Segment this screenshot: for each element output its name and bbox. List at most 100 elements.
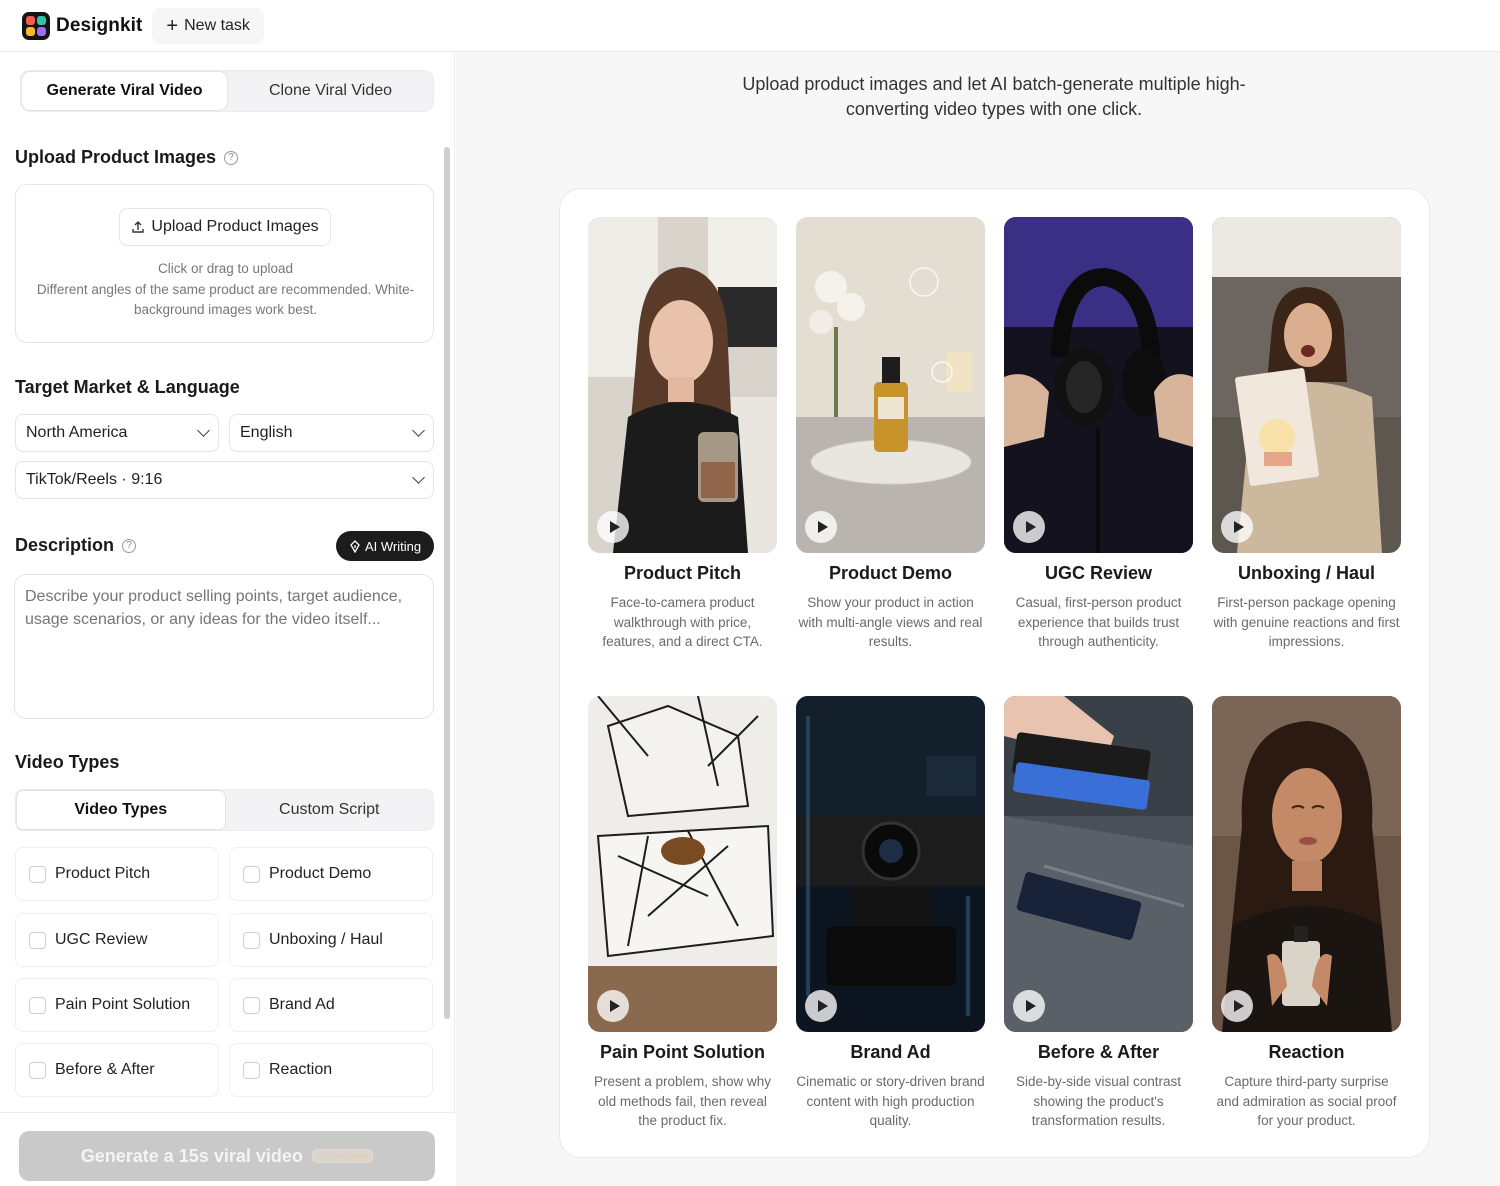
gallery-item-title: Reaction [1268, 1042, 1345, 1062]
tab-clone-viral-video[interactable]: Clone Viral Video [228, 71, 433, 111]
generate-label: Generate a 15s viral video [80, 1145, 303, 1166]
checkbox[interactable] [29, 1061, 46, 1079]
video-types-tabs: Video Types Custom Script [15, 789, 434, 831]
plus-icon: + [166, 14, 179, 37]
generate-button[interactable]: Generate a 15s viral video 1 Free Video [19, 1131, 435, 1181]
checkbox[interactable] [29, 996, 46, 1014]
upload-title-text: Upload Product Images [15, 147, 217, 167]
option-label: Unboxing / Haul [269, 931, 383, 948]
gallery-item-product-demo[interactable]: Product Demo Show your product in action… [796, 217, 985, 677]
free-video-badge: 1 Free Video [311, 1149, 374, 1163]
video-thumbnail[interactable] [588, 696, 777, 1032]
help-icon[interactable]: ? [224, 150, 239, 165]
top-bar: Designkit + New task [0, 0, 1500, 52]
play-icon[interactable] [1013, 511, 1045, 543]
option-label: Product Demo [269, 865, 372, 882]
gallery-item-pain-point-solution[interactable]: Pain Point Solution Present a problem, s… [588, 696, 777, 1136]
left-panel-scrollbar[interactable] [444, 147, 450, 1019]
gallery-item-title: Brand Ad [850, 1042, 931, 1062]
new-task-label: New task [184, 16, 250, 34]
checkbox[interactable] [243, 996, 260, 1014]
play-icon[interactable] [805, 990, 837, 1022]
gallery-item-title: Unboxing / Haul [1238, 563, 1375, 583]
language-select[interactable]: English [229, 414, 434, 452]
option-label: Product Pitch [55, 865, 151, 882]
checkbox[interactable] [29, 865, 46, 883]
new-task-button[interactable]: + New task [152, 7, 264, 44]
mode-tabs: Generate Viral Video Clone Viral Video [20, 70, 434, 112]
format-select[interactable]: TikTok/Reels · 9:16 [15, 461, 434, 499]
video-thumbnail[interactable] [1004, 696, 1193, 1032]
video-thumbnail[interactable] [796, 696, 985, 1032]
description-title-text: Description [15, 535, 115, 555]
designkit-logo-icon[interactable] [22, 11, 50, 40]
checkbox[interactable] [243, 865, 260, 883]
gallery-item-desc: Present a problem, show why old methods … [593, 1074, 772, 1128]
gallery-item-product-pitch[interactable]: Product Pitch Face-to-camera product wal… [588, 217, 777, 677]
gallery-item-desc: Show your product in action with multi-a… [798, 595, 983, 649]
video-thumbnail[interactable] [1004, 217, 1193, 553]
checkbox[interactable] [29, 931, 46, 949]
gallery-item-ugc-review[interactable]: UGC Review Casual, first-person product … [1004, 217, 1193, 677]
video-types-title: Video Types [15, 752, 120, 772]
app-name[interactable]: Designkit [56, 15, 142, 37]
upload-hint-line1: Click or drag to upload [157, 261, 294, 276]
option-reaction[interactable]: Reaction [229, 1043, 433, 1097]
gallery-item-reaction[interactable]: Reaction Capture third-party surprise an… [1212, 696, 1401, 1136]
play-icon[interactable] [597, 511, 629, 543]
chevron-down-icon [197, 424, 210, 437]
checkbox[interactable] [243, 1061, 260, 1079]
upload-images-button[interactable]: Upload Product Images [119, 208, 331, 246]
play-icon[interactable] [1221, 511, 1253, 543]
checkbox[interactable] [243, 931, 260, 949]
option-before-after[interactable]: Before & After [15, 1043, 219, 1097]
gallery-item-before-after[interactable]: Before & After Side-by-side visual contr… [1004, 696, 1193, 1136]
option-label: UGC Review [55, 931, 148, 948]
gallery-item-desc: First-person package opening with genuin… [1213, 595, 1400, 649]
video-thumbnail[interactable] [1212, 696, 1401, 1032]
ai-writing-button[interactable]: AI Writing [336, 531, 434, 561]
video-thumbnail[interactable] [588, 217, 777, 553]
tab-video-types[interactable]: Video Types [16, 790, 226, 830]
right-panel: Upload product images and let AI batch-g… [456, 52, 1500, 1186]
play-icon[interactable] [1221, 990, 1253, 1022]
description-section-title: Description ? [15, 535, 137, 556]
play-icon[interactable] [597, 990, 629, 1022]
chevron-down-icon [412, 471, 425, 484]
region-select[interactable]: North America [15, 414, 219, 452]
left-panel: Generate Viral Video Clone Viral Video U… [0, 52, 455, 1186]
option-label: Before & After [55, 1061, 155, 1078]
chevron-down-icon [412, 424, 425, 437]
option-brand-ad[interactable]: Brand Ad [229, 978, 433, 1032]
option-label: Brand Ad [269, 996, 335, 1013]
gallery-item-title: Before & After [1037, 1042, 1160, 1062]
option-unboxing-haul[interactable]: Unboxing / Haul [229, 913, 433, 967]
upload-hint: Click or drag to upload Different angles… [16, 259, 435, 321]
option-pain-point-solution[interactable]: Pain Point Solution [15, 978, 219, 1032]
gallery-item-title: UGC Review [1044, 563, 1153, 583]
intro-text: Upload product images and let AI batch-g… [742, 74, 1246, 119]
play-icon[interactable] [805, 511, 837, 543]
gallery-item-unboxing-haul[interactable]: Unboxing / Haul First-person package ope… [1212, 217, 1401, 697]
play-icon[interactable] [1013, 990, 1045, 1022]
option-ugc-review[interactable]: UGC Review [15, 913, 219, 967]
generate-bar: Generate a 15s viral video 1 Free Video [0, 1112, 455, 1186]
help-icon[interactable]: ? [122, 538, 137, 553]
option-product-pitch[interactable]: Product Pitch [15, 847, 219, 901]
option-label: Reaction [269, 1061, 333, 1078]
description-input[interactable] [14, 574, 434, 719]
tab-custom-script[interactable]: Custom Script [226, 790, 434, 830]
tab-generate-viral-video[interactable]: Generate Viral Video [21, 71, 228, 111]
upload-icon [132, 221, 145, 233]
gallery-item-title: Product Demo [828, 563, 952, 583]
option-product-demo[interactable]: Product Demo [229, 847, 433, 901]
pen-icon [350, 539, 360, 553]
video-thumbnail[interactable] [796, 217, 985, 553]
video-thumbnail[interactable] [1212, 217, 1401, 553]
upload-dropzone[interactable]: Upload Product Images Click or drag to u… [15, 184, 434, 343]
gallery-item-brand-ad[interactable]: Brand Ad Cinematic or story-driven brand… [796, 696, 985, 1136]
region-value: North America [26, 424, 128, 441]
gallery-item-desc: Side-by-side visual contrast showing the… [1015, 1074, 1182, 1128]
market-section-title: Target Market & Language [15, 377, 240, 397]
format-value: TikTok/Reels · 9:16 [26, 471, 163, 488]
